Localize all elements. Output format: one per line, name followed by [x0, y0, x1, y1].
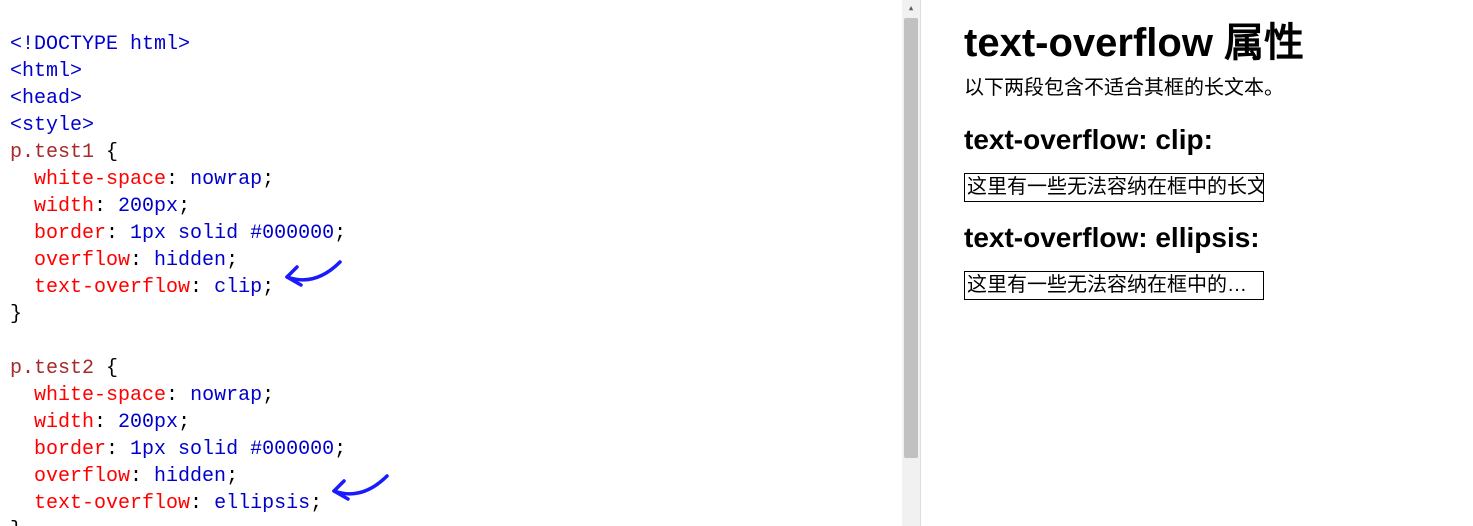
- css-prop: border: [34, 222, 106, 245]
- colon: :: [190, 276, 202, 299]
- semicolon: ;: [226, 249, 238, 272]
- pane-divider: [920, 0, 944, 526]
- code-editor-pane: <!DOCTYPE html> <html> <head> <style> p.…: [0, 0, 920, 526]
- css-value: nowrap: [178, 384, 262, 407]
- scrollbar-thumb[interactable]: [904, 18, 918, 458]
- css-prop: overflow: [34, 249, 130, 272]
- brace: {: [106, 141, 118, 164]
- colon: :: [166, 384, 178, 407]
- colon: :: [166, 168, 178, 191]
- code-line: <head>: [10, 87, 82, 110]
- code-line: <html>: [10, 60, 82, 83]
- section-heading-ellipsis: text-overflow: ellipsis:: [964, 224, 1453, 251]
- semicolon: ;: [334, 438, 346, 461]
- css-prop: border: [34, 438, 106, 461]
- css-value: 200px: [106, 411, 178, 434]
- semicolon: ;: [262, 384, 274, 407]
- css-prop: overflow: [34, 465, 130, 488]
- semicolon: ;: [334, 222, 346, 245]
- colon: :: [94, 195, 106, 218]
- page-title: text-overflow 属性: [964, 30, 1453, 57]
- code-block: <!DOCTYPE html> <html> <head> <style> p.…: [0, 0, 920, 526]
- demo-box-clip: 这里有一些无法容纳在框中的长文本: [964, 173, 1264, 202]
- semicolon: ;: [178, 411, 190, 434]
- css-prop: width: [34, 195, 94, 218]
- colon: :: [130, 249, 142, 272]
- css-selector: p.test1: [10, 141, 106, 164]
- demo-box-ellipsis: 这里有一些无法容纳在框中的长文本: [964, 271, 1264, 300]
- preview-pane: text-overflow 属性 以下两段包含不适合其框的长文本。 text-o…: [944, 0, 1473, 526]
- colon: :: [94, 411, 106, 434]
- css-value: 200px: [106, 195, 178, 218]
- colon: :: [190, 492, 202, 515]
- css-prop: text-overflow: [34, 492, 190, 515]
- scroll-up-icon[interactable]: ▴: [902, 0, 920, 18]
- css-value: ellipsis: [202, 492, 310, 515]
- semicolon: ;: [262, 276, 274, 299]
- css-prop: text-overflow: [34, 276, 190, 299]
- css-prop: white-space: [34, 168, 166, 191]
- css-value: nowrap: [178, 168, 262, 191]
- semicolon: ;: [262, 168, 274, 191]
- semicolon: ;: [178, 195, 190, 218]
- css-value: hidden: [142, 465, 226, 488]
- colon: :: [130, 465, 142, 488]
- description-text: 以下两段包含不适合其框的长文本。: [964, 75, 1453, 102]
- css-value: 1px solid #000000: [118, 222, 334, 245]
- brace: {: [106, 357, 118, 380]
- css-selector: p.test2: [10, 357, 106, 380]
- css-prop: white-space: [34, 384, 166, 407]
- scrollbar-track[interactable]: ▴: [902, 0, 920, 526]
- colon: :: [106, 438, 118, 461]
- code-line: <!DOCTYPE html>: [10, 33, 190, 56]
- css-value: 1px solid #000000: [118, 438, 334, 461]
- brace: }: [10, 519, 22, 526]
- semicolon: ;: [226, 465, 238, 488]
- code-line: <style>: [10, 114, 94, 137]
- css-value: hidden: [142, 249, 226, 272]
- colon: :: [106, 222, 118, 245]
- css-prop: width: [34, 411, 94, 434]
- semicolon: ;: [310, 492, 322, 515]
- brace: }: [10, 303, 22, 326]
- css-value: clip: [202, 276, 262, 299]
- section-heading-clip: text-overflow: clip:: [964, 126, 1453, 153]
